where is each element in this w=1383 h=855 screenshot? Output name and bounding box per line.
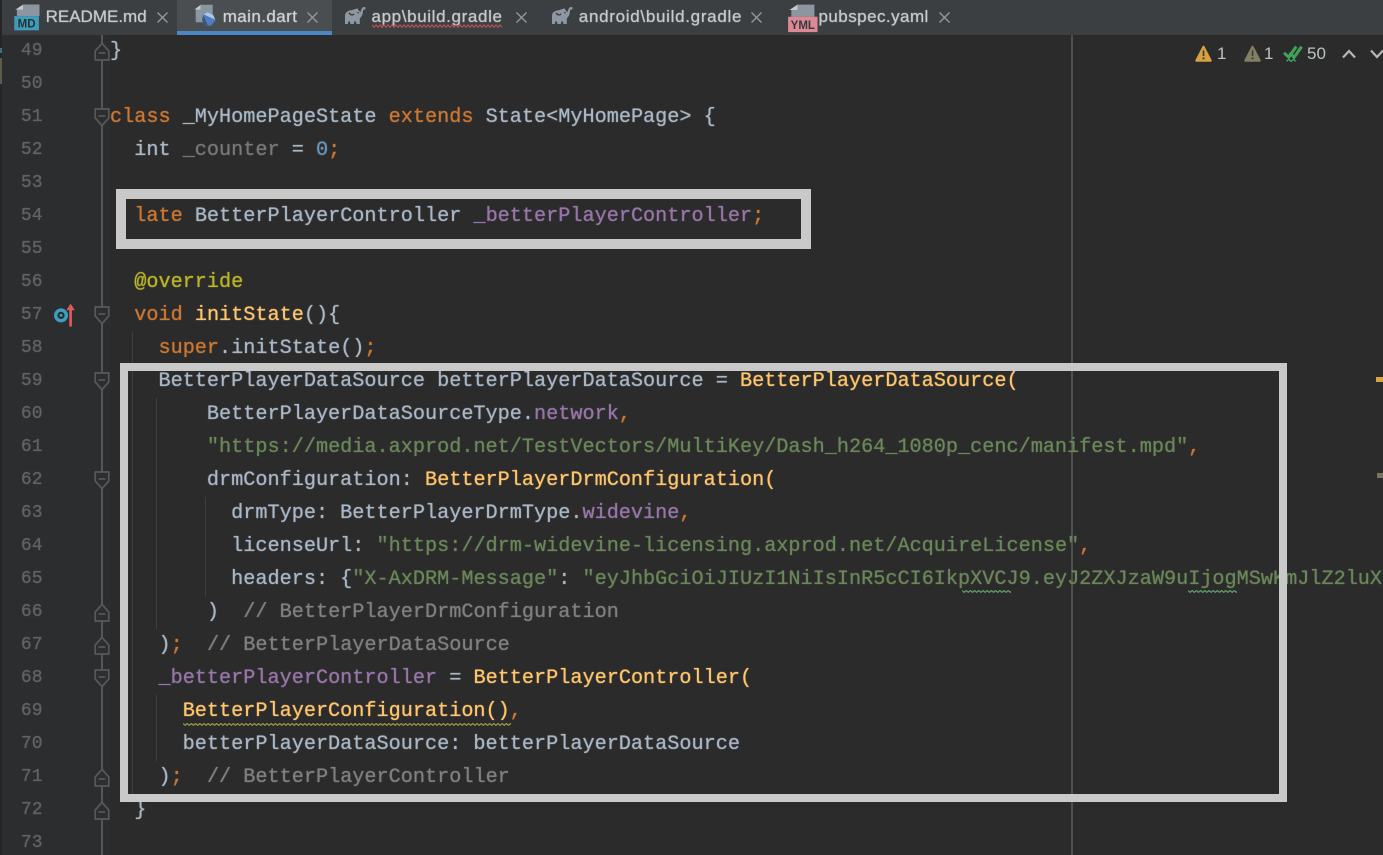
svg-text:YML: YML	[791, 20, 815, 32]
svg-text:MD: MD	[18, 18, 36, 30]
